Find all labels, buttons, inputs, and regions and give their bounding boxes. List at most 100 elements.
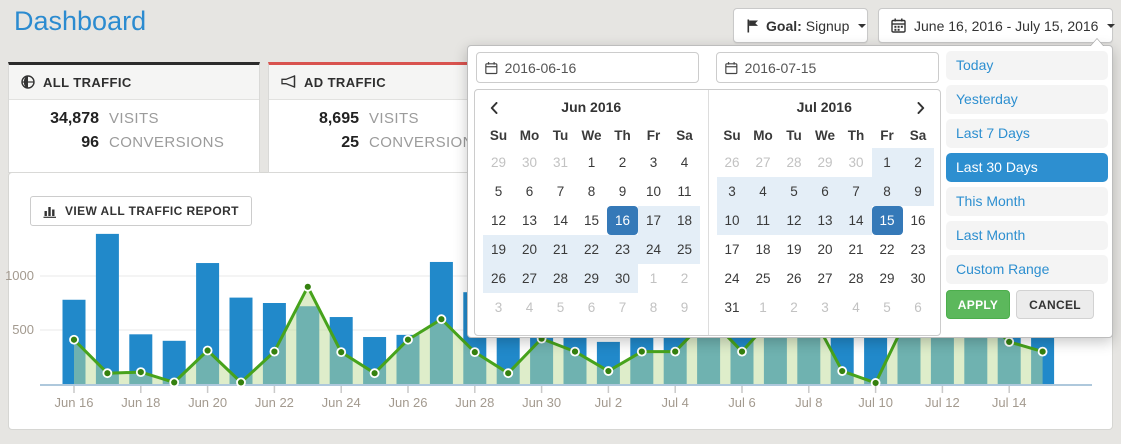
- calendar-day[interactable]: 14: [545, 206, 576, 235]
- calendar-day[interactable]: 5: [545, 293, 576, 322]
- calendar-day[interactable]: 2: [669, 264, 700, 293]
- calendar-day[interactable]: 27: [748, 148, 779, 177]
- calendar-day[interactable]: 23: [607, 235, 638, 264]
- calendar-day[interactable]: 11: [748, 206, 779, 235]
- calendar-day[interactable]: 17: [638, 206, 669, 235]
- apply-button[interactable]: APPLY: [946, 290, 1010, 319]
- view-all-traffic-report-button[interactable]: VIEW ALL TRAFFIC REPORT: [30, 196, 252, 226]
- range-option[interactable]: Last 7 Days: [946, 119, 1108, 148]
- calendar-day[interactable]: 2: [903, 148, 934, 177]
- calendar-day[interactable]: 21: [841, 235, 872, 264]
- calendar-day[interactable]: 4: [514, 293, 545, 322]
- calendar-day[interactable]: 6: [514, 177, 545, 206]
- calendar-day[interactable]: 1: [748, 293, 779, 322]
- calendar-day[interactable]: 24: [717, 264, 748, 293]
- calendar-day[interactable]: 31: [545, 148, 576, 177]
- calendar-day[interactable]: 18: [748, 235, 779, 264]
- calendar-day[interactable]: 9: [607, 177, 638, 206]
- calendar-day[interactable]: 23: [903, 235, 934, 264]
- end-date-input[interactable]: [745, 60, 930, 76]
- start-date-input[interactable]: [505, 60, 690, 76]
- calendar-day[interactable]: 29: [872, 264, 903, 293]
- calendar-day[interactable]: 25: [669, 235, 700, 264]
- calendar-day[interactable]: 19: [779, 235, 810, 264]
- calendar-day[interactable]: 15: [872, 206, 903, 235]
- calendar-day[interactable]: 1: [872, 148, 903, 177]
- calendar-day[interactable]: 16: [903, 206, 934, 235]
- calendar-day[interactable]: 9: [903, 177, 934, 206]
- calendar-day[interactable]: 20: [810, 235, 841, 264]
- calendar-day[interactable]: 30: [903, 264, 934, 293]
- calendar-day[interactable]: 8: [872, 177, 903, 206]
- next-month-button[interactable]: [910, 97, 932, 119]
- range-option[interactable]: Yesterday: [946, 85, 1108, 114]
- calendar-day[interactable]: 18: [669, 206, 700, 235]
- calendar-day[interactable]: 3: [717, 177, 748, 206]
- calendar-day[interactable]: 27: [514, 264, 545, 293]
- calendar-day[interactable]: 5: [483, 177, 514, 206]
- calendar-day[interactable]: 1: [576, 148, 607, 177]
- calendar-day[interactable]: 20: [514, 235, 545, 264]
- calendar-day[interactable]: 2: [779, 293, 810, 322]
- calendar-day[interactable]: 4: [669, 148, 700, 177]
- calendar-day[interactable]: 16: [607, 206, 638, 235]
- calendar-day[interactable]: 22: [576, 235, 607, 264]
- calendar-day[interactable]: 28: [841, 264, 872, 293]
- calendar-day[interactable]: 14: [841, 206, 872, 235]
- calendar-day[interactable]: 28: [545, 264, 576, 293]
- calendar-day[interactable]: 8: [638, 293, 669, 322]
- calendar-day[interactable]: 26: [483, 264, 514, 293]
- calendar-day[interactable]: 26: [717, 148, 748, 177]
- calendar-day[interactable]: 30: [607, 264, 638, 293]
- calendar-day[interactable]: 30: [514, 148, 545, 177]
- date-range-button[interactable]: June 16, 2016 - July 15, 2016: [878, 8, 1113, 43]
- goal-dropdown-button[interactable]: Goal: Signup: [733, 8, 868, 43]
- calendar-day[interactable]: 3: [483, 293, 514, 322]
- prev-month-button[interactable]: [483, 97, 505, 119]
- calendar-day[interactable]: 1: [638, 264, 669, 293]
- calendar-day[interactable]: 4: [748, 177, 779, 206]
- calendar-day[interactable]: 11: [669, 177, 700, 206]
- calendar-day[interactable]: 6: [903, 293, 934, 322]
- range-option[interactable]: Last Month: [946, 221, 1108, 250]
- calendar-day[interactable]: 8: [576, 177, 607, 206]
- calendar-day[interactable]: 6: [576, 293, 607, 322]
- calendar-day[interactable]: 15: [576, 206, 607, 235]
- calendar-day[interactable]: 6: [810, 177, 841, 206]
- calendar-day[interactable]: 13: [514, 206, 545, 235]
- calendar-day[interactable]: 2: [607, 148, 638, 177]
- cancel-button[interactable]: CANCEL: [1016, 290, 1094, 319]
- calendar-day[interactable]: 12: [483, 206, 514, 235]
- calendar-day[interactable]: 3: [810, 293, 841, 322]
- calendar-day[interactable]: 29: [576, 264, 607, 293]
- range-option[interactable]: Custom Range: [946, 255, 1108, 284]
- calendar-day[interactable]: 12: [779, 206, 810, 235]
- calendar-day[interactable]: 9: [669, 293, 700, 322]
- calendar-day[interactable]: 7: [841, 177, 872, 206]
- calendar-day[interactable]: 31: [717, 293, 748, 322]
- calendar-day[interactable]: 5: [779, 177, 810, 206]
- calendar-day[interactable]: 28: [779, 148, 810, 177]
- calendar-day[interactable]: 10: [717, 206, 748, 235]
- calendar-day[interactable]: 7: [607, 293, 638, 322]
- calendar-day[interactable]: 27: [810, 264, 841, 293]
- calendar-day[interactable]: 25: [748, 264, 779, 293]
- calendar-day[interactable]: 7: [545, 177, 576, 206]
- calendar-day[interactable]: 26: [779, 264, 810, 293]
- calendar-day[interactable]: 17: [717, 235, 748, 264]
- calendar-day[interactable]: 21: [545, 235, 576, 264]
- calendar-day[interactable]: 3: [638, 148, 669, 177]
- range-option[interactable]: This Month: [946, 187, 1108, 216]
- calendar-day[interactable]: 22: [872, 235, 903, 264]
- calendar-day[interactable]: 19: [483, 235, 514, 264]
- calendar-day[interactable]: 4: [841, 293, 872, 322]
- calendar-day[interactable]: 10: [638, 177, 669, 206]
- calendar-day[interactable]: 29: [810, 148, 841, 177]
- calendar-day[interactable]: 24: [638, 235, 669, 264]
- calendar-day[interactable]: 30: [841, 148, 872, 177]
- range-option[interactable]: Today: [946, 51, 1108, 80]
- calendar-day[interactable]: 29: [483, 148, 514, 177]
- calendar-day[interactable]: 13: [810, 206, 841, 235]
- calendar-day[interactable]: 5: [872, 293, 903, 322]
- range-option[interactable]: Last 30 Days: [946, 153, 1108, 182]
